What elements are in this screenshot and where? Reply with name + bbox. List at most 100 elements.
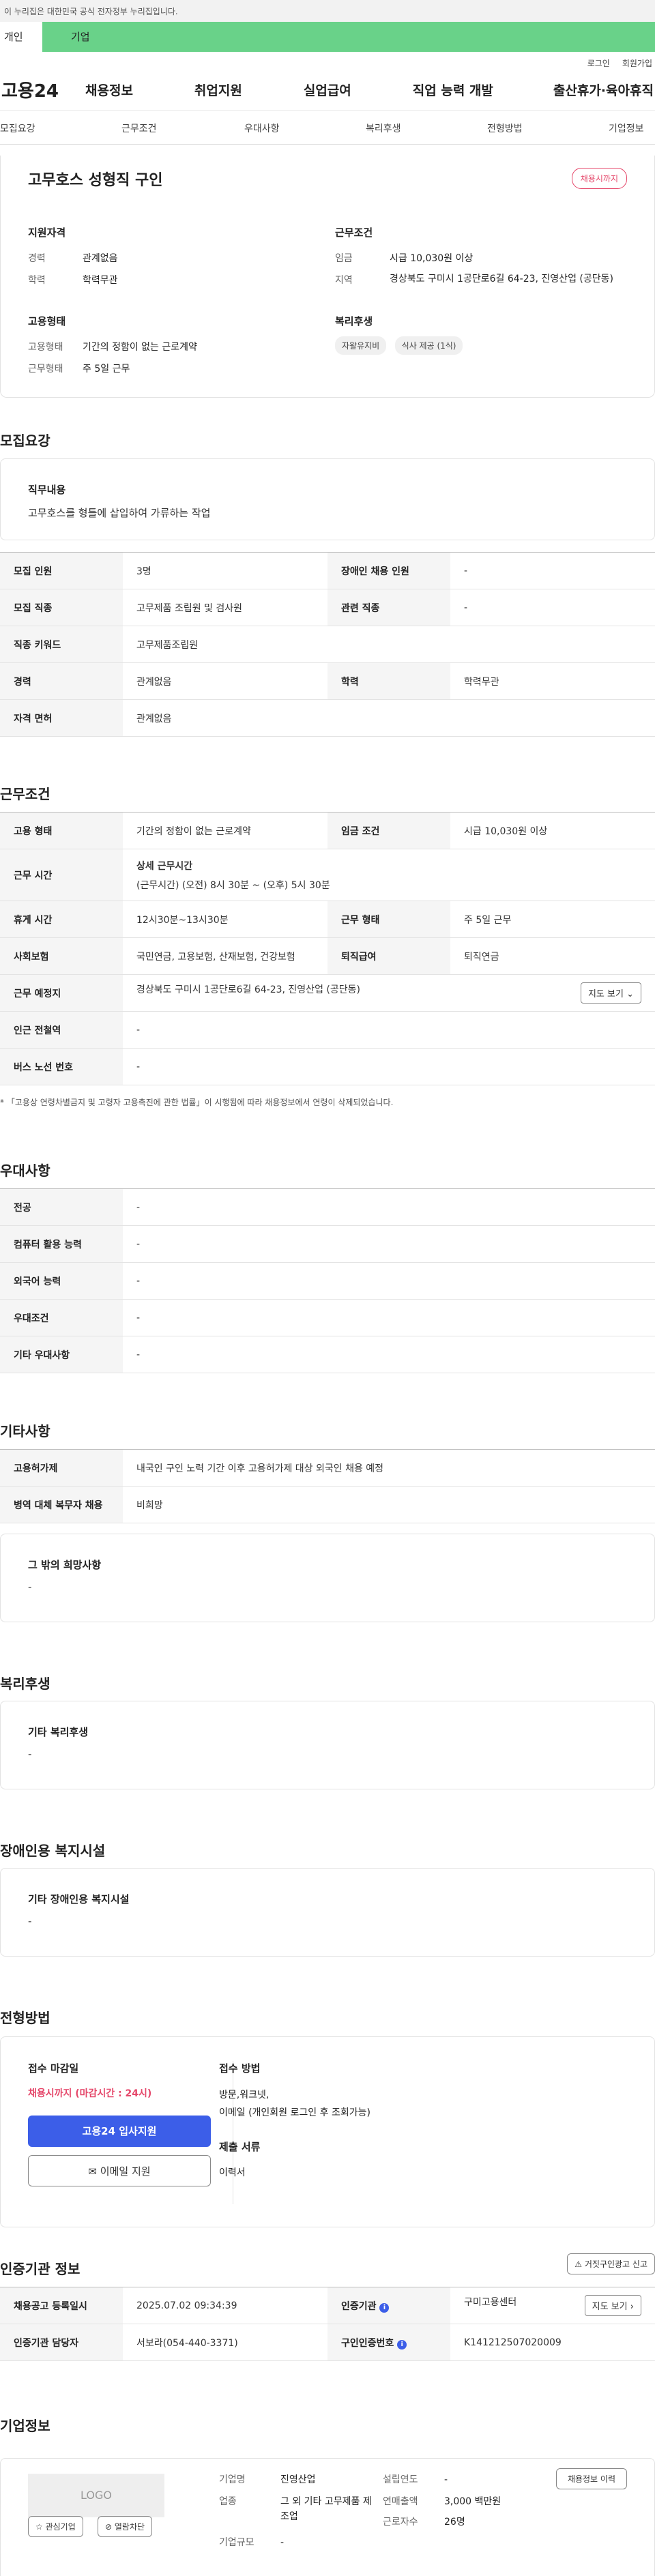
region-row: 지역 경상북도 구미시 1공단로6길 64-23, 진영산업 (공단동) <box>335 273 622 287</box>
deadline-heading: 접수 마감일 <box>28 2062 79 2075</box>
pref-table: 전공 - 컴퓨터 활용 능력 - 외국어 능력 - 우대조건 - 기타 우대사항 - <box>0 1188 655 1373</box>
info-icon[interactable]: i <box>397 2339 407 2350</box>
other-wish-box: 그 밖의 희망사항 - <box>0 1534 655 1622</box>
cell-value: 내국인 구인 노력 기간 이후 고용허가제 대상 외국인 채용 예정 <box>123 1449 655 1487</box>
subnav-recruit[interactable]: 모집요강 <box>0 121 35 135</box>
table-row: 병역 대체 복무자 채용 비희망 <box>0 1486 655 1523</box>
career-row: 경력 관계없음 <box>28 251 118 265</box>
alert-icon: ⚠ <box>574 2259 583 2269</box>
gnb-item-parental-leave[interactable]: 출산휴가·육아휴직 <box>553 80 654 99</box>
report-fake-ad-button[interactable]: ⚠ 거짓구인광고 신고 <box>567 2253 655 2274</box>
cell-value: 관계없음 <box>123 699 655 737</box>
cell-value: 퇴직연금 <box>450 937 655 975</box>
info-icon[interactable]: i <box>379 2302 390 2313</box>
qual-heading: 지원자격 <box>28 226 66 239</box>
welfare-chip: 식사 제공 (1식) <box>394 336 463 355</box>
deadline-badge: 채용시까지 <box>571 168 627 189</box>
other-wish-value: - <box>28 1581 32 1593</box>
agency-map-button[interactable]: 지도 보기 › <box>584 2295 641 2316</box>
cell-label: 버스 노선 번호 <box>0 1048 123 1085</box>
section-title-apply: 전형방법 <box>0 2010 50 2026</box>
info-value: 3,000 백만원 <box>444 2496 501 2507</box>
table-row: 기타 우대사항 - <box>0 1336 655 1373</box>
chevron-right-icon: › <box>630 2302 634 2312</box>
table-row: 고용 형태 기간의 정함이 없는 근로계약 임금 조건 시급 10,030원 이상 <box>0 812 655 849</box>
tab-personal[interactable]: 개인 <box>0 22 42 52</box>
subnav-company[interactable]: 기업정보 <box>609 121 644 135</box>
career-value: 관계없음 <box>83 253 118 264</box>
company-sales-row: 연매출액 3,000 백만원 <box>383 2494 501 2508</box>
email-apply-button[interactable]: ✉ 이메일 지원 <box>28 2155 211 2186</box>
welfare-box: 기타 복리후생 - <box>0 1701 655 1789</box>
welfare-heading: 복리후생 <box>335 315 373 327</box>
welfare-box-value: - <box>28 1748 32 1760</box>
gnb-item-support[interactable]: 취업지원 <box>194 80 242 99</box>
apply-card: 접수 마감일 채용시까지 (마감시간 : 24시) 고용24 입사지원 ✉ 이메… <box>0 2036 655 2227</box>
table-row: 사회보험 국민연금, 고용보험, 산재보험, 건강보험 퇴직급여 퇴직연금 <box>0 937 655 975</box>
chevron-down-icon: ⌄ <box>626 989 634 999</box>
info-value: 26명 <box>444 2517 465 2528</box>
cell-value: 고무제품 조립원 및 검사원 <box>123 589 328 626</box>
cell-label: 우대조건 <box>0 1299 123 1336</box>
agency-table: 채용공고 등록일시 2025.07.02 09:34:39 인증기관 i 구미고용센터… <box>0 2287 655 2361</box>
subnav-selection[interactable]: 전형방법 <box>487 121 523 135</box>
favorite-company-button[interactable]: ☆ 관심기업 <box>28 2516 83 2537</box>
section-subnav: 모집요강 근무조건 우대사항 복리후생 전형방법 기업정보 <box>0 111 655 145</box>
table-row: 근무 예정지 경상북도 구미시 1공단로6길 64-23, 진영산업 (공단동) 지… <box>0 974 655 1012</box>
cell-label: 인증기관 i <box>328 2287 450 2324</box>
table-row: 컴퓨터 활용 능력 - <box>0 1225 655 1263</box>
region-value: 경상북도 구미시 1공단로6길 64-23, 진영산업 (공단동) <box>390 274 613 284</box>
duty-heading: 직무내용 <box>28 484 66 496</box>
region-label: 지역 <box>335 275 353 286</box>
table-row: 인근 전철역 - <box>0 1011 655 1049</box>
worktype-label: 근무형태 <box>28 364 63 375</box>
cell-value: - <box>123 1225 655 1263</box>
apply-button[interactable]: 고용24 입사지원 <box>28 2116 211 2147</box>
cell-label: 채용공고 등록일시 <box>0 2287 123 2324</box>
signup-link[interactable]: 회원가입 <box>622 57 652 70</box>
table-row: 직종 키워드 고무제품조립원 <box>0 626 655 663</box>
cell-label: 직종 키워드 <box>0 626 123 663</box>
gov-notice-text: 이 누리집은 대한민국 공식 전자정부 누리집입니다. <box>4 7 178 16</box>
cell-value: 학력무관 <box>450 662 655 700</box>
company-name-row: 기업명 진영산업 <box>219 2472 316 2486</box>
map-button[interactable]: 지도 보기 ⌄ <box>580 982 641 1004</box>
company-card: LOGO ☆ 관심기업 ⊘ 열람차단 기업명 진영산업 업종 그 외 기타 고무제품… <box>0 2458 655 2576</box>
cell-label: 장애인 채용 인원 <box>328 552 450 589</box>
age-note: * 「고용상 연령차별금지 및 고령자 고용촉진에 관한 법률」이 시행됨에 따… <box>0 1098 394 1107</box>
cell-label: 구인인증번호 i <box>328 2324 450 2361</box>
table-row: 모집 직종 고무제품 조립원 및 검사원 관련 직종 - <box>0 589 655 626</box>
welfare-chips: 자왈유지비 식사 제공 (1식) <box>335 336 468 355</box>
mail-icon: ✉ <box>88 2165 97 2178</box>
global-nav: 고용24 채용정보 취업지원 실업급여 직업 능력 개발 출산휴가·육아휴직 <box>0 70 655 111</box>
gnb-item-training[interactable]: 직업 능력 개발 <box>413 80 493 99</box>
subnav-conditions[interactable]: 근무조건 <box>121 121 157 135</box>
docs-value: 이력서 <box>219 2167 246 2178</box>
cell-value: 시급 10,030원 이상 <box>450 812 655 849</box>
cell-label: 자격 면허 <box>0 699 123 737</box>
block-label: 열람차단 <box>114 2522 145 2532</box>
wage-label: 임금 <box>335 253 353 264</box>
gnb-item-jobs[interactable]: 채용정보 <box>85 80 133 99</box>
cell-label: 모집 인원 <box>0 552 123 589</box>
cell-value: 2025.07.02 09:34:39 <box>123 2287 328 2324</box>
job-history-button[interactable]: 채용정보 이력 <box>555 2468 627 2489</box>
work-time-detail: (근무시간) (오전) 8시 30분 ~ (오후) 5시 30분 <box>136 879 330 891</box>
gnb-item-unemployment[interactable]: 실업급여 <box>304 80 351 99</box>
tab-business[interactable]: 기업 <box>42 22 124 52</box>
disability-box-heading: 기타 장애인용 복지시설 <box>28 1893 130 1905</box>
cell-label: 근무 형태 <box>328 901 450 938</box>
info-label: 설립연도 <box>383 2474 418 2485</box>
star-icon: ☆ <box>35 2522 43 2532</box>
info-value: - <box>280 2537 285 2548</box>
block-view-button[interactable]: ⊘ 열람차단 <box>98 2516 153 2537</box>
report-label: 거짓구인광고 신고 <box>584 2259 647 2269</box>
subnav-welfare[interactable]: 복리후생 <box>366 121 401 135</box>
subnav-preference[interactable]: 우대사항 <box>244 121 280 135</box>
site-logo[interactable]: 고용24 <box>0 77 85 102</box>
section-title-disability: 장애인용 복지시설 <box>0 1843 106 1859</box>
cell-value: 고무제품조립원 <box>123 626 655 663</box>
login-link[interactable]: 로그인 <box>587 57 610 70</box>
cell-label: 근무 예정지 <box>0 974 123 1012</box>
cell-label: 휴게 시간 <box>0 901 123 938</box>
